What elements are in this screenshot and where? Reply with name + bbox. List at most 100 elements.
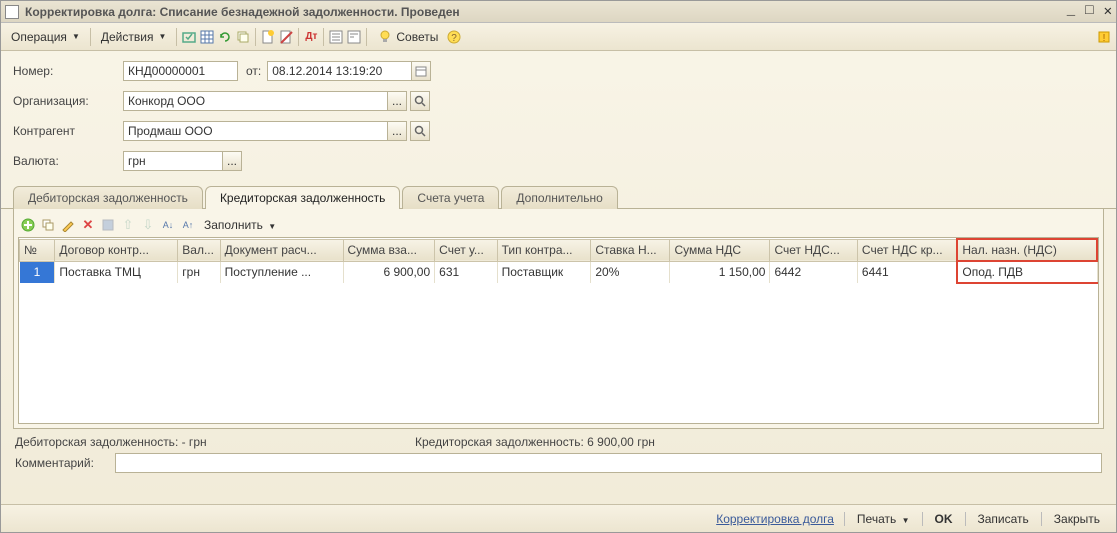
copy-icon[interactable] xyxy=(235,29,251,45)
sort-desc-icon[interactable]: A↑ xyxy=(180,217,196,233)
add-icon[interactable] xyxy=(20,217,36,233)
grid-icon[interactable] xyxy=(199,29,215,45)
org-field[interactable]: Конкорд ООО xyxy=(123,91,388,111)
separator xyxy=(965,512,966,526)
save-button[interactable]: Записать xyxy=(972,512,1035,526)
chevron-down-icon: ▼ xyxy=(268,222,276,231)
col-type[interactable]: Тип контра... xyxy=(497,239,591,261)
cell-vatcr[interactable]: 6441 xyxy=(857,261,957,283)
edit-icon[interactable] xyxy=(60,217,76,233)
cell-num[interactable]: 1 xyxy=(20,261,55,283)
chevron-down-icon: ▼ xyxy=(902,516,910,525)
col-num[interactable]: № xyxy=(20,239,55,261)
total-debit: Дебиторская задолженность: - грн xyxy=(15,435,415,449)
comment-row: Комментарий: xyxy=(1,451,1116,479)
contractor-label: Контрагент xyxy=(13,124,123,138)
actions-label: Действия xyxy=(101,30,154,44)
org-select-button[interactable]: ... xyxy=(387,91,407,111)
warning-icon[interactable]: ! xyxy=(1096,29,1112,45)
number-field[interactable]: КНД00000001 xyxy=(123,61,238,81)
cell-currency[interactable]: грн xyxy=(178,261,220,283)
col-acct[interactable]: Счет у... xyxy=(435,239,497,261)
sort-asc-icon[interactable]: A↓ xyxy=(160,217,176,233)
doc-new-icon[interactable] xyxy=(260,29,276,45)
comment-field[interactable] xyxy=(115,453,1102,473)
calendar-button[interactable] xyxy=(411,61,431,81)
document-icon xyxy=(5,5,19,19)
svg-text:!: ! xyxy=(1103,33,1106,44)
cell-sum[interactable]: 6 900,00 xyxy=(343,261,435,283)
doc-link[interactable]: Корректировка долга xyxy=(712,512,838,526)
maximize-button[interactable]: □ xyxy=(1085,3,1093,20)
cell-type[interactable]: Поставщик xyxy=(497,261,591,283)
print-button[interactable]: Печать ▼ xyxy=(851,512,916,526)
operation-menu[interactable]: Операция ▼ xyxy=(5,28,86,46)
col-currency[interactable]: Вал... xyxy=(178,239,220,261)
chevron-down-icon: ▼ xyxy=(158,32,166,41)
from-label: от: xyxy=(246,64,261,78)
tips-label: Советы xyxy=(396,30,438,44)
tab-accounts[interactable]: Счета учета xyxy=(402,186,499,209)
lightbulb-icon xyxy=(377,29,393,45)
list-icon[interactable] xyxy=(328,29,344,45)
col-vatcr[interactable]: Счет НДС кр... xyxy=(857,239,957,261)
form-icon[interactable] xyxy=(346,29,362,45)
cell-acct[interactable]: 631 xyxy=(435,261,497,283)
separator xyxy=(90,28,91,46)
cell-rate[interactable]: 20% xyxy=(591,261,670,283)
close-button[interactable]: ✕ xyxy=(1104,3,1112,20)
dk-icon[interactable]: Дт xyxy=(303,29,319,45)
tab-credit[interactable]: Кредиторская задолженность xyxy=(205,186,400,209)
col-nalog[interactable]: Нал. назн. (НДС) xyxy=(957,239,1097,261)
number-label: Номер: xyxy=(13,64,123,78)
org-row: Организация: Конкорд ООО ... xyxy=(13,89,1104,113)
tips-button[interactable]: Советы xyxy=(371,27,444,47)
tabs: Дебиторская задолженность Кредиторская з… xyxy=(1,183,1116,209)
contractor-search-button[interactable] xyxy=(410,121,430,141)
col-doc[interactable]: Документ расч... xyxy=(220,239,343,261)
ok-button[interactable]: OK xyxy=(929,512,959,526)
fill-menu[interactable]: Заполнить ▼ xyxy=(204,218,276,232)
cell-nalog[interactable]: Опод. ПДВ xyxy=(957,261,1097,283)
header-row: № Договор контр... Вал... Документ расч.… xyxy=(20,239,1098,261)
col-contract[interactable]: Договор контр... xyxy=(55,239,178,261)
date-field[interactable]: 08.12.2014 13:19:20 xyxy=(267,61,412,81)
operation-label: Операция xyxy=(11,30,67,44)
table-row[interactable]: 1 Поставка ТМЦ грн Поступление ... 6 900… xyxy=(20,261,1098,283)
cell-contract[interactable]: Поставка ТМЦ xyxy=(55,261,178,283)
contractor-field[interactable]: Продмаш ООО xyxy=(123,121,388,141)
cell-vatacct[interactable]: 6442 xyxy=(770,261,857,283)
number-row: Номер: КНД00000001 от: 08.12.2014 13:19:… xyxy=(13,59,1104,83)
refresh-icon[interactable] xyxy=(217,29,233,45)
org-search-button[interactable] xyxy=(410,91,430,111)
delete-icon[interactable]: ✕ xyxy=(80,217,96,233)
currency-select-button[interactable]: ... xyxy=(222,151,242,171)
fill-label: Заполнить xyxy=(204,218,263,232)
close-button[interactable]: Закрыть xyxy=(1048,512,1106,526)
col-vat[interactable]: Сумма НДС xyxy=(670,239,770,261)
data-grid[interactable]: № Договор контр... Вал... Документ расч.… xyxy=(18,237,1099,424)
titlebar: Корректировка долга: Списание безнадежно… xyxy=(1,1,1116,23)
window: Корректировка долга: Списание безнадежно… xyxy=(0,0,1117,533)
col-vatacct[interactable]: Счет НДС... xyxy=(770,239,857,261)
col-sum[interactable]: Сумма вза... xyxy=(343,239,435,261)
contractor-row: Контрагент Продмаш ООО ... xyxy=(13,119,1104,143)
tab-additional[interactable]: Дополнительно xyxy=(501,186,617,209)
separator xyxy=(922,512,923,526)
separator xyxy=(1041,512,1042,526)
copy-row-icon[interactable] xyxy=(40,217,56,233)
cell-doc[interactable]: Поступление ... xyxy=(220,261,343,283)
separator xyxy=(176,28,177,46)
contractor-select-button[interactable]: ... xyxy=(387,121,407,141)
tab-debit[interactable]: Дебиторская задолженность xyxy=(13,186,203,209)
cell-vat[interactable]: 1 150,00 xyxy=(670,261,770,283)
help-icon[interactable]: ? xyxy=(446,29,462,45)
minimize-button[interactable]: _ xyxy=(1067,3,1075,20)
actions-menu[interactable]: Действия ▼ xyxy=(95,28,173,46)
currency-label: Валюта: xyxy=(13,154,123,168)
total-credit: Кредиторская задолженность: 6 900,00 грн xyxy=(415,435,1102,449)
currency-field[interactable]: грн xyxy=(123,151,223,171)
post-icon[interactable] xyxy=(181,29,197,45)
col-rate[interactable]: Ставка Н... xyxy=(591,239,670,261)
doc-edit-icon[interactable] xyxy=(278,29,294,45)
